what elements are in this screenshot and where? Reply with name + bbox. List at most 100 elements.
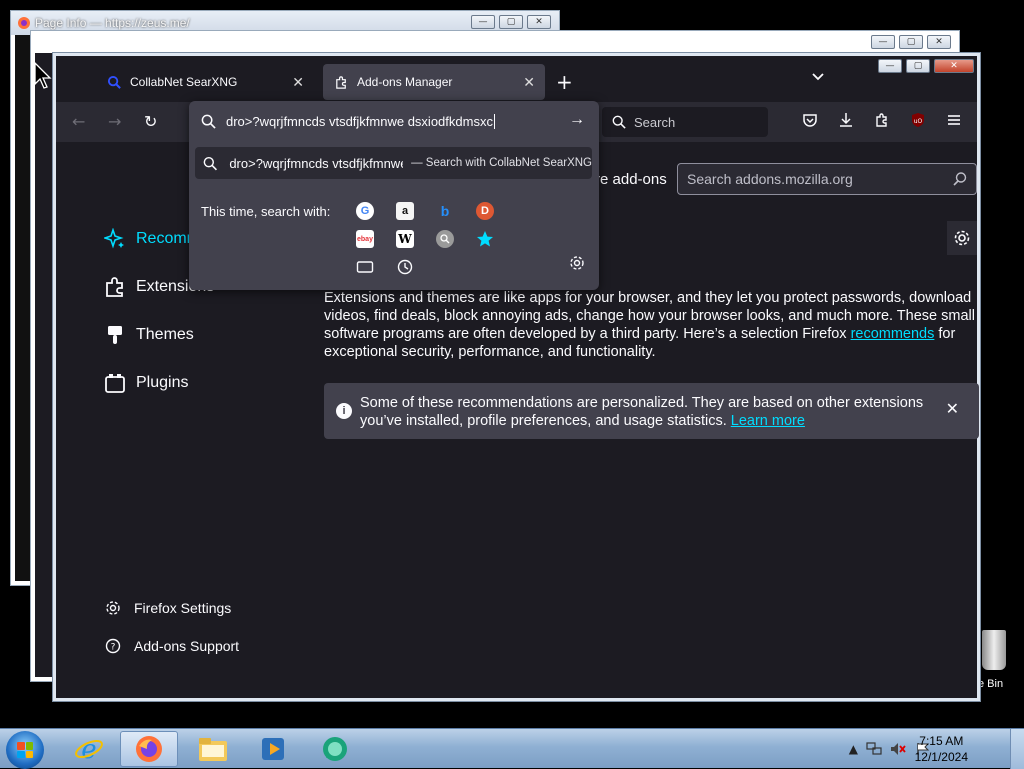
downloads-button[interactable] [838,112,854,132]
firefox-icon [136,736,162,762]
download-icon [840,113,852,127]
history-icon[interactable] [396,258,414,276]
toolbar-search-placeholder: Search [634,114,676,130]
tab-strip: CollabNet SearXNG ✕ Add-ons Manager ✕ + [56,56,977,102]
urlbar-value: dro>?wqrjfmncds vtsdfjkfmnwe dsxiodfkdms… [226,113,493,129]
show-desktop-button[interactable] [1010,729,1024,769]
go-button[interactable]: → [569,111,585,129]
search-icon [612,115,626,129]
urlbar-input[interactable]: dro>?wqrjfmncds vtsdfjkfmnwe dsxiodfkdms… [189,101,599,141]
show-hidden-icons-button[interactable]: ▲ [849,742,858,756]
help-icon: ? [104,638,122,654]
svg-text:e: e [81,735,96,764]
dismiss-notice-button[interactable]: ✕ [946,401,959,419]
tab-addons-manager[interactable]: Add-ons Manager ✕ [323,64,545,100]
tabs-icon[interactable] [356,258,374,276]
bing-icon[interactable]: b [436,202,454,220]
search-settings-button[interactable] [569,255,585,276]
maximize-button[interactable]: ▢ [899,35,923,49]
minimize-button[interactable]: — [871,35,895,49]
notice-text: Some of these recommendations are person… [360,394,930,430]
info-icon: i [336,403,352,419]
background-window-controls: — ▢ ✕ [871,35,951,49]
ublock-icon: uO [912,113,924,127]
close-button[interactable]: ✕ [934,59,974,73]
volume-muted-icon[interactable] [890,742,906,759]
reload-button[interactable]: ↻ [144,112,157,131]
network-icon[interactable] [866,742,882,759]
media-player-icon [262,738,284,760]
start-button[interactable] [6,731,44,769]
duckduckgo-icon[interactable]: D [476,202,494,220]
recycle-bin-label: e Bin [978,678,1004,690]
search-icon [953,172,967,186]
search-icon [203,156,218,170]
firefox-icon [18,17,30,29]
forward-button[interactable]: → [108,112,121,131]
maximize-button[interactable]: ▢ [499,15,523,29]
taskbar-messenger[interactable] [306,731,364,767]
brush-icon [104,324,126,346]
app-menu-button[interactable] [946,112,962,132]
close-button[interactable]: ✕ [527,15,551,29]
sidebar-item-plugins[interactable]: Plugins [104,372,188,394]
bookmarks-icon[interactable] [476,230,494,248]
chevron-down-icon [812,73,824,81]
svg-text:uO: uO [914,118,923,125]
recycle-bin[interactable]: e Bin [978,630,1018,700]
maximize-button[interactable]: ▢ [906,59,930,73]
search-icon [106,74,122,90]
recommends-link[interactable]: recommends [851,326,935,342]
sparkle-icon [104,228,126,250]
ebay-icon[interactable]: ebay [356,230,374,248]
taskbar-file-explorer[interactable] [184,731,242,767]
one-off-search-label: This time, search with: [201,204,331,219]
suggestion-query: dro>?wqrjfmncds vtsdfjkfmnwe dsxiodfkdms… [229,155,404,171]
taskbar-media-player[interactable] [244,731,302,767]
clock-time: 7:15 AM [919,734,964,748]
minimize-button[interactable]: — [878,59,902,73]
taskbar-firefox[interactable] [120,731,178,767]
close-tab-icon[interactable]: ✕ [523,74,535,91]
wikipedia-icon[interactable]: W [396,230,414,248]
gear-icon [954,230,970,246]
sidebar-footer-label: Add-ons Support [134,638,240,654]
gear-icon [104,600,122,616]
suggestion-action: — Search with CollabNet SearXNG [411,157,592,169]
searxng-icon[interactable] [436,230,454,248]
desktop: Page Info — https://zeus.me/ — ▢ ✕ — ▢ ✕… [0,0,1024,730]
amo-search-placeholder: Search addons.mozilla.org [687,171,853,187]
new-tab-button[interactable]: + [556,70,573,94]
extensions-button[interactable] [874,112,890,132]
amo-search-input[interactable]: Search addons.mozilla.org [677,163,977,195]
sidebar-item-themes[interactable]: Themes [104,324,194,346]
page-info-window-controls: — ▢ ✕ [471,15,551,29]
urlbar-dropdown: dro>?wqrjfmncds vtsdfjkfmnwe dsxiodfkdms… [189,101,599,290]
folder-icon [199,738,227,761]
notice-message: Some of these recommendations are person… [360,395,924,429]
sidebar-item-label: Themes [136,326,194,343]
tab-searxng[interactable]: CollabNet SearXNG ✕ [96,64,314,100]
back-button[interactable]: ← [72,112,85,131]
gear-icon [570,256,584,270]
personalized-notice: i Some of these recommendations are pers… [324,383,979,439]
ublock-button[interactable]: uO [910,112,926,132]
pocket-button[interactable] [802,112,818,132]
list-all-tabs-button[interactable] [811,70,825,86]
taskbar: e ▲ 7:15 AM 12/1/2024 [0,728,1024,769]
learn-more-link[interactable]: Learn more [731,413,805,429]
close-button[interactable]: ✕ [927,35,951,49]
sidebar-addons-support[interactable]: ? Add-ons Support [104,638,239,654]
search-icon [201,114,216,129]
sidebar-firefox-settings[interactable]: Firefox Settings [104,600,231,616]
taskbar-internet-explorer[interactable]: e [60,731,118,767]
system-clock[interactable]: 7:15 AM 12/1/2024 [915,733,968,765]
toolbar-search-box[interactable]: Search [602,107,768,137]
amazon-icon[interactable]: a [396,202,414,220]
close-tab-icon[interactable]: ✕ [292,74,304,91]
recommendations-intro: Extensions and themes are like apps for … [324,289,979,361]
minimize-button[interactable]: — [471,15,495,29]
addons-tools-button[interactable] [947,221,977,255]
google-icon[interactable]: G [356,202,374,220]
search-suggestion-row[interactable]: dro>?wqrjfmncds vtsdfjkfmnwe dsxiodfkdms… [195,147,592,179]
